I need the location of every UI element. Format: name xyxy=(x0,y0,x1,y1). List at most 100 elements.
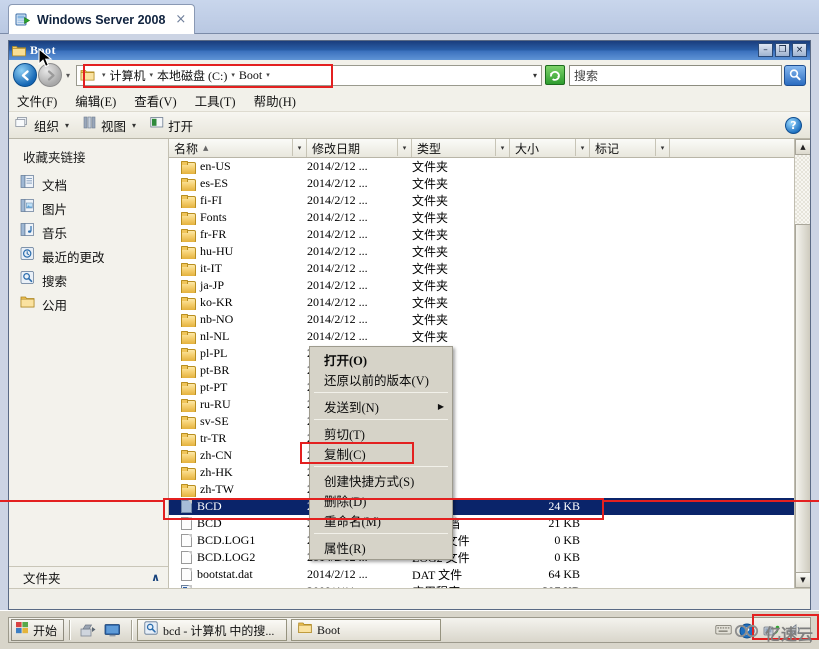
menu-view[interactable]: 查看(V) xyxy=(134,91,176,110)
chevron-down-icon[interactable]: ▾ xyxy=(397,139,411,156)
breadcrumb-separator[interactable]: ▾ xyxy=(150,71,154,79)
table-row[interactable]: nb-NO 2014/2/12 ... 文件夹 xyxy=(169,311,794,328)
sidebar-item-search[interactable]: 搜索 xyxy=(9,268,168,292)
scroll-down-button[interactable]: ▼ xyxy=(795,572,810,588)
maximize-button[interactable]: ❐ xyxy=(775,43,790,57)
table-row[interactable]: it-IT 2014/2/12 ... 文件夹 xyxy=(169,260,794,277)
context-menu-item[interactable]: 发送到(N) ▶ xyxy=(310,396,452,416)
search-icon[interactable] xyxy=(784,64,806,86)
table-row[interactable]: pt-PT2014/2/12 ...文件夹 xyxy=(169,379,794,396)
table-row[interactable]: bootstat.dat 2014/2/12 ... DAT 文件 64 KB xyxy=(169,566,794,583)
context-menu-item[interactable]: 复制(C) xyxy=(310,443,452,463)
close-icon[interactable]: × xyxy=(175,12,186,27)
cell-type: 文件夹 xyxy=(412,296,449,310)
breadcrumb-local-disk[interactable]: 本地磁盘 (C:) xyxy=(157,67,227,84)
scrollbar-track[interactable] xyxy=(795,155,810,224)
address-bar[interactable]: ▾ 计算机 ▾ 本地磁盘 (C:) ▾ Boot ▾ ▾ xyxy=(76,64,542,86)
table-row[interactable]: ja-JP 2014/2/12 ... 文件夹 xyxy=(169,277,794,294)
table-row[interactable]: BCD.LOG12014/2/12 ...LOG1 文件0 KB xyxy=(169,532,794,549)
chevron-down-icon[interactable]: ▾ xyxy=(655,139,669,156)
chevron-down-icon[interactable]: ▾ xyxy=(533,71,537,80)
file-name: pl-PL xyxy=(200,346,228,360)
scrollbar-thumb[interactable] xyxy=(795,224,810,584)
table-row[interactable]: fi-FI 2014/2/12 ... 文件夹 xyxy=(169,192,794,209)
organize-button[interactable]: 组织 ▾ xyxy=(15,116,69,135)
column-header-date-modified[interactable]: 修改日期 ▾ xyxy=(307,139,412,157)
table-row[interactable]: nl-NL 2014/2/12 ... 文件夹 xyxy=(169,328,794,345)
history-dropdown-icon[interactable]: ▾ xyxy=(62,71,74,80)
sidebar-item-documents[interactable]: 文档 xyxy=(9,172,168,196)
column-header-type[interactable]: 类型 ▾ xyxy=(412,139,510,157)
table-row[interactable]: ko-KR 2014/2/12 ... 文件夹 xyxy=(169,294,794,311)
scroll-up-button[interactable]: ▲ xyxy=(795,139,810,155)
help-icon[interactable]: ? xyxy=(739,623,756,638)
table-row[interactable]: zh-CN2014/2/12 ...文件夹 xyxy=(169,447,794,464)
context-menu-item[interactable]: 删除(D) xyxy=(310,490,452,510)
volume-icon[interactable] xyxy=(787,623,804,638)
table-row[interactable]: BCD2014/2/12 ...文件24 KB xyxy=(169,498,794,515)
breadcrumb-separator[interactable]: ▾ xyxy=(102,71,106,79)
table-row[interactable]: es-ES 2014/2/12 ... 文件夹 xyxy=(169,175,794,192)
back-button[interactable] xyxy=(13,63,37,87)
chevron-down-icon[interactable]: ▾ xyxy=(575,139,589,156)
vertical-scrollbar[interactable]: ▲ ▼ xyxy=(794,139,810,588)
table-row[interactable]: pt-BR2014/2/12 ...文件夹 xyxy=(169,362,794,379)
refresh-button[interactable] xyxy=(545,65,565,85)
menu-help[interactable]: 帮助(H) xyxy=(254,91,296,110)
cell-type: 文件夹 xyxy=(412,279,449,293)
sidebar-item-public[interactable]: 公用 xyxy=(9,292,168,316)
context-menu-item[interactable]: 还原以前的版本(V) xyxy=(310,369,452,389)
column-header-name[interactable]: 名称 ▲ ▾ xyxy=(169,139,307,157)
help-icon[interactable]: ? xyxy=(785,116,802,134)
sidebar-item-music[interactable]: 音乐 xyxy=(9,220,168,244)
table-row[interactable]: en-US 2014/2/12 ... 文件夹 xyxy=(169,158,794,175)
table-row[interactable]: zh-TW2014/2/12 ...文件夹 xyxy=(169,481,794,498)
table-row[interactable]: BCD2014/2/12 ...文本文档21 KB xyxy=(169,515,794,532)
context-menu-item[interactable]: 属性(R) xyxy=(310,537,452,557)
table-row[interactable]: BCD.LOG22014/2/12 ...LOG2 文件0 KB xyxy=(169,549,794,566)
forward-button[interactable] xyxy=(38,63,62,87)
chevron-down-icon[interactable]: ▾ xyxy=(495,139,509,156)
context-menu-item[interactable]: 重命名(M) xyxy=(310,510,452,530)
table-row[interactable]: tr-TR2014/2/12 ...文件夹 xyxy=(169,430,794,447)
context-menu-item[interactable]: 创建快捷方式(S) xyxy=(310,470,452,490)
menu-tools[interactable]: 工具(T) xyxy=(195,91,236,110)
context-menu-item[interactable]: 剪切(T) xyxy=(310,423,452,443)
context-menu-item[interactable]: 打开(O) xyxy=(310,349,452,369)
breadcrumb-boot[interactable]: Boot xyxy=(239,68,262,83)
taskbar-divider xyxy=(131,620,133,640)
table-row[interactable]: ru-RU2014/2/12 ...文件夹 xyxy=(169,396,794,413)
table-row[interactable]: zh-HK2014/2/12 ...文件夹 xyxy=(169,464,794,481)
sidebar-item-recent-changes[interactable]: 最近的更改 xyxy=(9,244,168,268)
column-header-tags[interactable]: 标记 ▾ xyxy=(590,139,670,157)
folders-pane-toggle[interactable]: 文件夹 ∧ xyxy=(9,566,168,588)
breadcrumb-separator[interactable]: ▾ xyxy=(231,71,235,79)
table-row[interactable]: sv-SE2014/2/12 ...文件夹 xyxy=(169,413,794,430)
close-button[interactable]: × xyxy=(792,43,807,57)
table-row[interactable]: Fonts 2014/2/12 ... 文件夹 xyxy=(169,209,794,226)
menu-edit[interactable]: 编辑(E) xyxy=(75,91,116,110)
taskbar-item-boot[interactable]: Boot xyxy=(291,619,442,641)
column-header-size[interactable]: 大小 ▾ xyxy=(510,139,590,157)
open-button[interactable]: 打开 xyxy=(150,116,193,135)
breadcrumb-computer[interactable]: 计算机 xyxy=(110,67,146,84)
taskbar-item-label: bcd - 计算机 中的搜... xyxy=(163,623,275,638)
desktop-icon[interactable] xyxy=(104,623,121,638)
breadcrumb-separator[interactable]: ▾ xyxy=(266,71,270,79)
minimize-button[interactable]: – xyxy=(758,43,773,57)
view-button[interactable]: 视图 ▾ xyxy=(83,116,136,135)
taskbar-item-bcd-search[interactable]: bcd - 计算机 中的搜... xyxy=(137,619,288,641)
chevron-down-icon[interactable]: ▾ xyxy=(292,139,306,156)
start-button[interactable]: 开始 xyxy=(11,619,65,641)
table-row[interactable]: hu-HU 2014/2/12 ... 文件夹 xyxy=(169,243,794,260)
network-icon[interactable] xyxy=(763,623,780,638)
sidebar-item-pictures[interactable]: 图片 xyxy=(9,196,168,220)
show-desktop-icon[interactable] xyxy=(80,623,97,638)
table-row[interactable]: pl-PL2014/2/12 ...文件夹 xyxy=(169,345,794,362)
menu-file[interactable]: 文件(F) xyxy=(17,91,57,110)
table-row[interactable]: fr-FR 2014/2/12 ... 文件夹 xyxy=(169,226,794,243)
window-title-bar[interactable]: Boot – ❐ × xyxy=(9,41,810,60)
keyboard-icon[interactable] xyxy=(715,623,732,638)
search-input[interactable]: 搜索 xyxy=(569,64,782,86)
vm-tab-windows-server-2008[interactable]: Windows Server 2008 × xyxy=(8,4,196,34)
